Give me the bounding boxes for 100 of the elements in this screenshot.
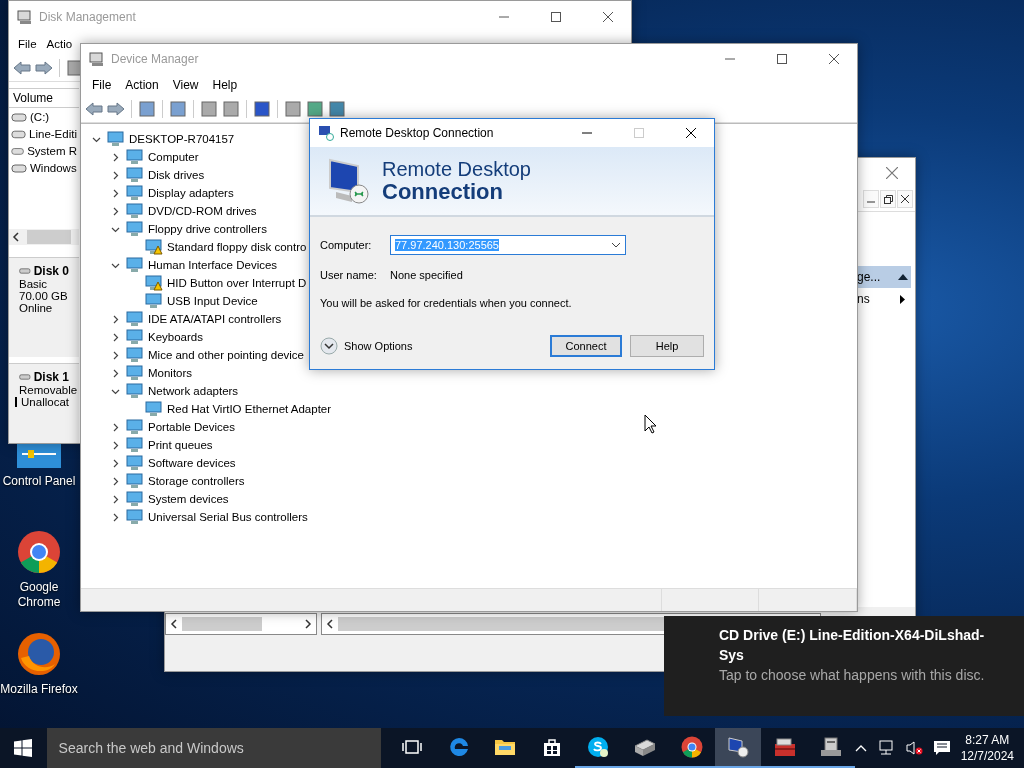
- notification-toast[interactable]: CD Drive (E:) Line-Edition-X64-DiLshad-Sys Tap to choose what happens with this disc.: [664, 616, 1024, 716]
- tree-item[interactable]: Keyboards: [148, 331, 203, 343]
- device-icon: [126, 365, 144, 381]
- back-icon[interactable]: [13, 61, 31, 75]
- tree-item[interactable]: DVD/CD-ROM drives: [148, 205, 257, 217]
- tree-item[interactable]: Storage controllers: [148, 475, 245, 487]
- pane-header[interactable]: ge...: [857, 266, 911, 288]
- drive-icon: [11, 162, 27, 173]
- show-options-button[interactable]: Show Options: [320, 337, 413, 355]
- close-icon: [829, 54, 839, 64]
- clock[interactable]: 8:27 AM 12/7/2024: [960, 732, 1015, 764]
- desktop-icon-label[interactable]: Google Chrome: [0, 580, 78, 610]
- drive-label[interactable]: Line-Editi: [29, 127, 77, 140]
- maximize-icon: [634, 128, 644, 138]
- tree-item[interactable]: Monitors: [148, 367, 193, 379]
- tree-item[interactable]: Software devices: [148, 457, 236, 469]
- scroll-left-icon[interactable]: [326, 619, 334, 629]
- scroll-left-icon[interactable]: [170, 619, 178, 629]
- search-field[interactable]: Search the web and Windows: [46, 728, 382, 768]
- tree-item[interactable]: Network adapters: [148, 385, 239, 397]
- restore-button[interactable]: [880, 190, 896, 208]
- toolbox-icon: [772, 736, 797, 758]
- tree-item[interactable]: System devices: [148, 493, 229, 505]
- forward-icon[interactable]: [107, 102, 125, 116]
- drive-icon: [11, 128, 27, 139]
- close-button[interactable]: [897, 190, 913, 208]
- info-text: You will be asked for credentials when you connect.: [320, 297, 573, 309]
- drive-label[interactable]: Windows: [30, 161, 77, 174]
- taskbar-button[interactable]: [714, 728, 762, 768]
- tree-item[interactable]: HID Button over Interrupt D: [167, 277, 307, 289]
- disk-name: Disk 0: [33, 264, 69, 278]
- close-icon: [886, 167, 898, 179]
- tree-item[interactable]: Mice and other pointing device: [148, 349, 304, 361]
- legend-swatch: [15, 397, 18, 407]
- store-icon: [541, 737, 562, 757]
- folder-icon: [494, 738, 517, 756]
- scrollbar-thumb[interactable]: [27, 230, 71, 244]
- device-icon: [126, 329, 144, 345]
- drive-icon: [11, 145, 25, 156]
- device-manager-icon: [89, 51, 105, 67]
- chrome-icon: [680, 736, 703, 758]
- disk-info: 70.00 GB: [19, 290, 68, 302]
- collapse-icon[interactable]: [898, 274, 908, 280]
- device-icon: [126, 185, 144, 201]
- device-icon: [126, 167, 144, 183]
- chevron-up-icon[interactable]: [854, 744, 867, 752]
- remote-desktop-icon: [318, 125, 334, 141]
- drive-label[interactable]: System R: [27, 144, 77, 157]
- device-icon: [126, 383, 144, 399]
- device-icon: [126, 221, 144, 237]
- volume-muted-icon[interactable]: [904, 740, 923, 756]
- device-icon: [126, 149, 144, 165]
- device-icon: [126, 455, 144, 471]
- dropdown-icon[interactable]: [611, 242, 621, 248]
- dialog-button[interactable]: Help: [630, 335, 704, 357]
- tree-item[interactable]: IDE ATA/ATAPI controllers: [148, 313, 282, 325]
- maximize-icon: [777, 54, 787, 64]
- forward-icon[interactable]: [35, 61, 53, 75]
- network-icon[interactable]: [876, 740, 895, 756]
- tree-item[interactable]: Universal Serial Bus controllers: [148, 511, 308, 523]
- tree-item[interactable]: Display adapters: [148, 187, 234, 199]
- tree-item[interactable]: Portable Devices: [148, 421, 235, 433]
- desktop-icon-label[interactable]: Control Panel: [2, 474, 76, 489]
- tree-item[interactable]: USB Input Device: [167, 295, 258, 307]
- column-header[interactable]: Volume: [9, 88, 79, 108]
- device-icon: [126, 509, 144, 525]
- dialog-button[interactable]: Connect: [550, 335, 622, 357]
- menu-item[interactable]: View: [165, 78, 206, 92]
- control-panel-icon[interactable]: [16, 444, 62, 468]
- scrollbar-thumb[interactable]: [182, 617, 262, 631]
- firefox-icon[interactable]: [17, 632, 61, 676]
- scroll-right-icon[interactable]: [304, 619, 312, 629]
- tree-item[interactable]: Computer: [148, 151, 199, 163]
- menu-item[interactable]: File: [13, 38, 42, 50]
- desktop-icon-label[interactable]: Mozilla Firefox: [0, 682, 78, 697]
- tree-item[interactable]: Human Interface Devices: [148, 259, 278, 271]
- menu-item[interactable]: Action: [118, 78, 166, 92]
- tree-item[interactable]: Floppy drive controllers: [148, 223, 267, 235]
- skype-icon: [587, 736, 610, 758]
- notification-title: CD Drive (E:) Line-Edition-X64-DiLshad-Sys: [719, 626, 986, 665]
- disk-info: Online: [19, 302, 53, 314]
- menu-item[interactable]: Help: [205, 78, 245, 92]
- task-view-icon: [402, 739, 423, 755]
- pane-link[interactable]: ns: [857, 292, 870, 306]
- tree-item[interactable]: Standard floppy disk contro: [167, 241, 307, 253]
- chrome-icon[interactable]: [17, 530, 61, 574]
- device-icon: [126, 491, 144, 507]
- computer-management-icon: [819, 736, 844, 758]
- drive-label[interactable]: (C:): [30, 110, 50, 123]
- tree-item[interactable]: Disk drives: [148, 169, 205, 181]
- submenu-arrow-icon[interactable]: [900, 294, 905, 304]
- menu-item[interactable]: File: [85, 78, 119, 92]
- menu-item[interactable]: Actio: [41, 38, 78, 50]
- tree-item[interactable]: Red Hat VirtIO Ethernet Adapter: [167, 403, 332, 415]
- tree-item[interactable]: Print queues: [148, 439, 213, 451]
- back-icon[interactable]: [85, 102, 103, 116]
- window-title: Remote Desktop Connection: [340, 126, 495, 140]
- tree-item[interactable]: DESKTOP-R704157: [129, 133, 235, 145]
- notification-icon[interactable]: [932, 740, 951, 756]
- banner-title: Connection: [382, 179, 503, 204]
